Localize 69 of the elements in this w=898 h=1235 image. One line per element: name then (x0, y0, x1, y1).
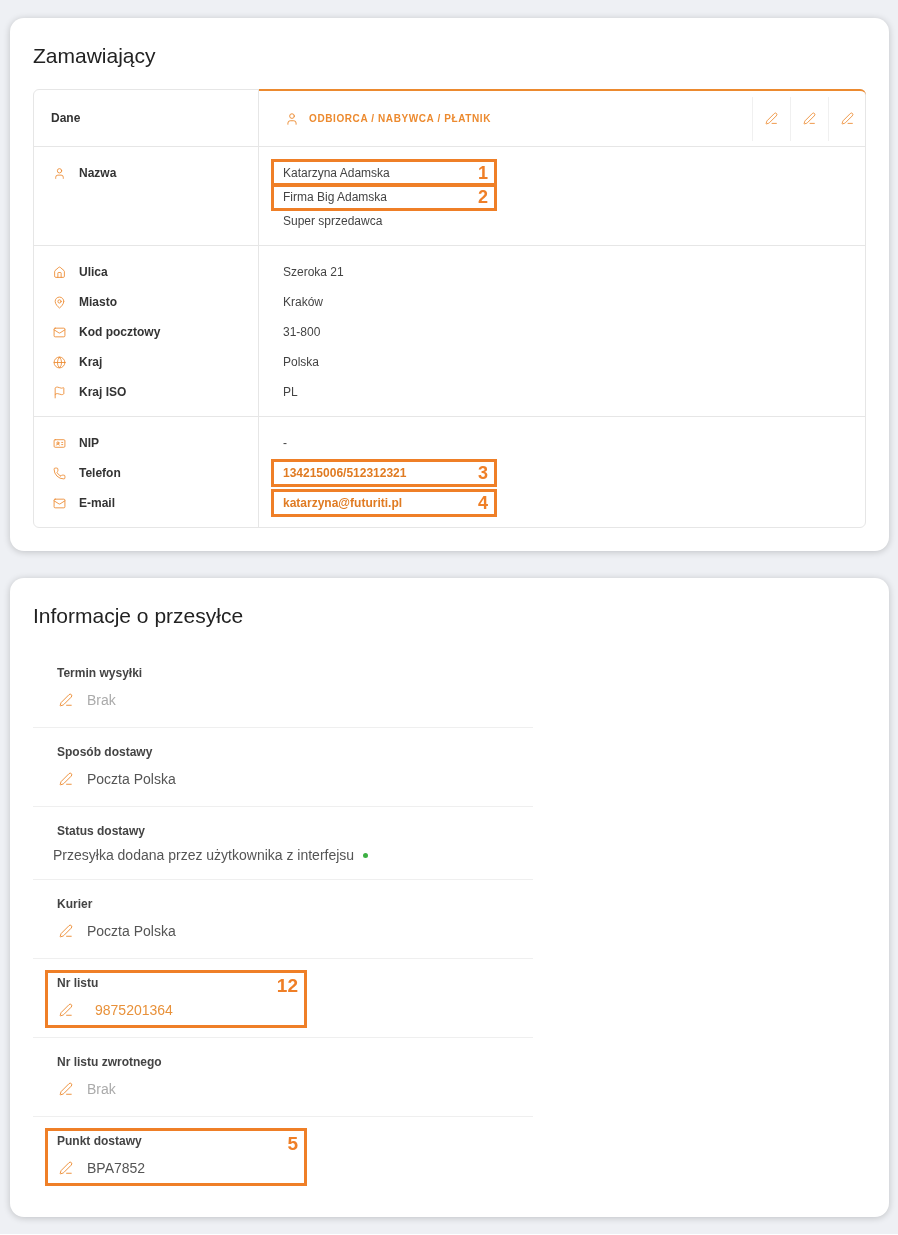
envelope-icon (53, 325, 66, 339)
status-text: Przesyłka dodana przez użytkownika z interfejsu (53, 845, 355, 865)
callout-number: 2 (478, 188, 488, 206)
contact-link[interactable]: 134215006/512312321 (283, 464, 407, 482)
edit-button[interactable] (59, 693, 73, 707)
field-value: 31-800 (283, 324, 321, 341)
party-title: ODBIORCA / NABYWCA / PŁATNIK (309, 112, 491, 126)
field-value: Brak (87, 1079, 116, 1099)
user-icon (53, 166, 66, 180)
pencil-icon (59, 1161, 73, 1175)
field-label: NIP (79, 435, 99, 452)
pencil-icon (59, 693, 73, 707)
field-value: Kraków (283, 294, 323, 311)
field-label: Termin wysyłki (57, 665, 143, 681)
field-value: - (283, 435, 287, 452)
field-value: 9875201364 (95, 1000, 173, 1020)
field-value: Katarzyna Adamska (283, 165, 390, 182)
field-label: Kod pocztowy (79, 324, 161, 341)
field-value: Firma Big Adamska (283, 189, 388, 206)
field-label: Telefon (79, 465, 121, 482)
flag-icon (53, 385, 66, 399)
edit-button[interactable] (59, 1161, 73, 1175)
pencil-icon (59, 924, 73, 938)
edit-button[interactable] (59, 1082, 73, 1096)
phone-icon (53, 466, 66, 480)
callout-number: 3 (478, 464, 488, 482)
field-label: Kraj (79, 354, 103, 371)
edit-button[interactable] (59, 924, 73, 938)
id-card-icon (53, 436, 66, 450)
column-header: Dane (51, 110, 81, 127)
field-value: Poczta Polska (87, 769, 176, 789)
field-label: Nr listu zwrotnego (57, 1054, 162, 1070)
callout-number: 12 (276, 976, 298, 995)
edit-button[interactable] (59, 1003, 73, 1017)
field-label: E-mail (79, 495, 115, 512)
field-value: Brak (87, 690, 116, 710)
pencil-icon (59, 1082, 73, 1096)
callout-number: 1 (478, 164, 488, 182)
field-label: Sposób dostawy (57, 744, 153, 760)
map-pin-icon (53, 295, 66, 309)
card-title: Informacje o przesyłce (33, 603, 245, 629)
envelope-icon (53, 496, 66, 510)
field-label: Punkt dostawy (57, 1133, 142, 1149)
pencil-icon (841, 112, 854, 125)
field-label: Nr listu (57, 975, 99, 991)
field-value: Poczta Polska (87, 921, 176, 941)
contact-link[interactable]: katarzyna@futuriti.pl (283, 494, 403, 512)
pencil-icon (59, 772, 73, 786)
field-label: Kurier (57, 896, 93, 912)
field-value: Polska (283, 354, 320, 371)
field-value: Szeroka 21 (283, 264, 344, 281)
pencil-icon (59, 1003, 73, 1017)
callout-number: 5 (287, 1134, 298, 1153)
pencil-icon (765, 112, 778, 125)
field-value: Super sprzedawca (283, 213, 383, 230)
globe-icon (53, 355, 66, 369)
field-label: Nazwa (79, 165, 117, 182)
field-value: PL (283, 384, 298, 401)
field-label: Ulica (79, 264, 108, 281)
field-label: Miasto (79, 294, 117, 311)
user-icon (285, 111, 299, 126)
field-label: Status dostawy (57, 823, 146, 839)
field-value: BPA7852 (87, 1158, 146, 1178)
pencil-icon (803, 112, 816, 125)
card-title: Zamawiający (33, 43, 157, 69)
callout-number: 4 (478, 494, 488, 512)
field-label: Kraj ISO (79, 384, 127, 401)
house-icon (53, 265, 66, 279)
edit-button[interactable] (59, 772, 73, 786)
